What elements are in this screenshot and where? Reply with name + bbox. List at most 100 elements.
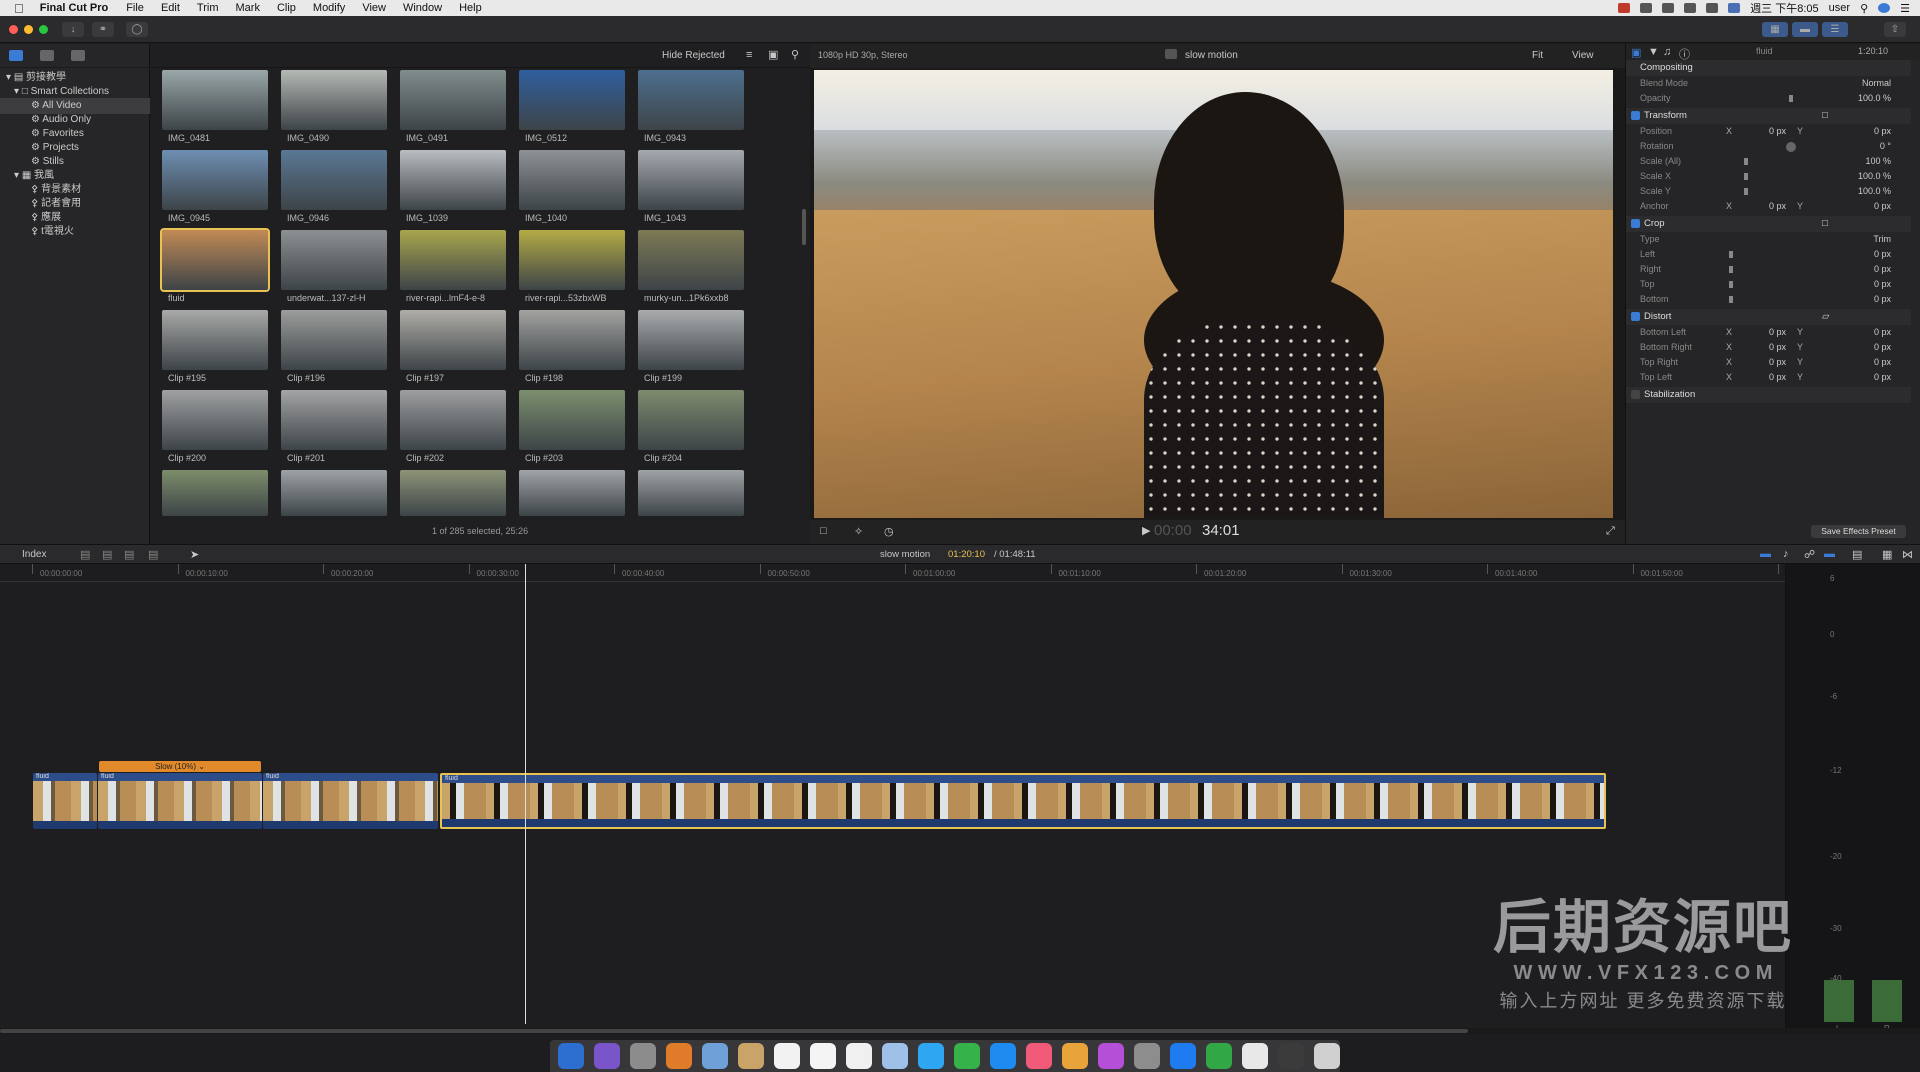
menu-mark[interactable]: Mark (236, 2, 260, 14)
menu-help[interactable]: Help (459, 2, 482, 14)
ibooks-icon[interactable] (666, 1043, 692, 1069)
crop-onscreen-icon[interactable]: □ (1822, 216, 1828, 232)
clip-appearance-timeline-icon[interactable]: ▤ (1852, 548, 1862, 561)
zoom-menu[interactable]: Fit (1532, 50, 1543, 61)
play-icon[interactable]: ▶ (1142, 524, 1150, 537)
scale-y-row[interactable]: Scale Y 100.0 % (1626, 184, 1911, 199)
transform-onscreen-icon[interactable]: □ (1822, 108, 1828, 124)
notes-icon[interactable] (810, 1043, 836, 1069)
clip-thumbnail[interactable] (519, 470, 625, 516)
clip-thumbnail[interactable] (281, 470, 387, 516)
display-icon[interactable] (1640, 3, 1653, 13)
import-button[interactable]: ↓ (62, 22, 84, 37)
audio-inspector-icon[interactable]: ♫ (1663, 46, 1671, 58)
siri-icon[interactable] (594, 1043, 620, 1069)
app-menu[interactable]: Final Cut Pro (40, 2, 108, 14)
audio-skimming-icon[interactable]: ♪ (1783, 548, 1789, 560)
final-cut-icon[interactable] (1098, 1043, 1124, 1069)
transitions-browser-icon[interactable]: ⋈ (1902, 548, 1913, 561)
bottom-right-row[interactable]: Bottom Right X 0 px Y 0 px (1626, 340, 1911, 355)
clock[interactable]: 週三 下午8:05 (1750, 0, 1818, 16)
clip-insert-icon[interactable]: ▤ (102, 548, 112, 561)
volume-icon[interactable] (1706, 3, 1719, 13)
bottom-left-row[interactable]: Bottom Left X 0 px Y 0 px (1626, 325, 1911, 340)
zoom-window-button[interactable] (39, 25, 48, 34)
distort-onscreen-icon[interactable]: ▱ (1822, 309, 1829, 325)
solo-icon[interactable]: ☍ (1804, 548, 1815, 561)
siri-icon[interactable] (1878, 3, 1891, 13)
clip-thumbnail[interactable] (638, 310, 744, 370)
minimize-window-button[interactable] (24, 25, 33, 34)
transform-tool-icon[interactable]: □ (820, 525, 827, 537)
clip-thumbnail[interactable] (162, 150, 268, 210)
sidebar-keyword-4[interactable]: ⚴ t電視火 (31, 224, 74, 240)
show-inspector-button[interactable]: ☰ (1822, 22, 1848, 37)
distort-checkbox[interactable] (1631, 311, 1640, 321)
hide-rejected-menu[interactable]: Hide Rejected (662, 50, 725, 61)
facetime-icon[interactable] (954, 1043, 980, 1069)
scale-y-slider[interactable] (1744, 188, 1748, 195)
libraries-tab-icon[interactable] (9, 50, 23, 61)
close-window-button[interactable] (9, 25, 18, 34)
maps-icon[interactable] (882, 1043, 908, 1069)
clip-append-icon[interactable]: ▤ (124, 548, 134, 561)
keyword-button[interactable]: ⚭ (92, 22, 114, 37)
trash-icon[interactable] (1314, 1043, 1340, 1069)
spotlight-icon[interactable]: ⚲ (1860, 2, 1868, 15)
retime-tool-icon[interactable]: ◷ (884, 525, 894, 538)
browser-scrollbar[interactable] (802, 209, 806, 245)
rotation-row[interactable]: Rotation 0 ° (1626, 139, 1911, 154)
crop-bottom-row[interactable]: Bottom 0 px (1626, 292, 1911, 307)
scale-x-slider[interactable] (1744, 173, 1748, 180)
user-name[interactable]: user (1829, 2, 1850, 14)
clip-thumbnail[interactable] (400, 470, 506, 516)
menu-file[interactable]: File (126, 2, 144, 14)
enhance-tool-icon[interactable]: ✧ (854, 525, 863, 538)
timeline-clip-3[interactable]: fluid (263, 773, 438, 829)
snapping-icon[interactable]: ▬ (1824, 548, 1835, 560)
show-browser-button[interactable]: ▦ (1762, 22, 1788, 37)
effects-browser-icon[interactable]: ▦ (1882, 548, 1892, 561)
clip-thumbnail[interactable] (162, 470, 268, 516)
section-stabilization[interactable]: Stabilization (1626, 387, 1911, 403)
clip-thumbnail[interactable] (400, 310, 506, 370)
retime-bar[interactable]: Slow (10%) ⌄ (99, 761, 261, 772)
skimming-icon[interactable]: ▬ (1760, 548, 1771, 560)
finder-icon[interactable] (558, 1043, 584, 1069)
clip-overwrite-icon[interactable]: ▤ (148, 548, 158, 561)
timeline-scrollbar[interactable] (0, 1028, 1920, 1034)
background-tasks-button[interactable]: ◯ (126, 22, 148, 37)
clip-thumbnail[interactable] (519, 390, 625, 450)
crop-type-row[interactable]: Type Trim (1626, 232, 1911, 247)
menu-trim[interactable]: Trim (197, 2, 219, 14)
stabilization-checkbox[interactable] (1631, 389, 1640, 399)
reminders-icon[interactable] (846, 1043, 872, 1069)
bluetooth-icon[interactable] (1662, 3, 1675, 13)
menu-clip[interactable]: Clip (277, 2, 296, 14)
clip-thumbnail[interactable] (519, 70, 625, 130)
clip-thumbnail[interactable] (162, 310, 268, 370)
clip-thumbnail[interactable] (281, 230, 387, 290)
timeline-clip-selected[interactable]: fluid (440, 773, 1606, 829)
app-store-icon[interactable] (990, 1043, 1016, 1069)
select-tool-icon[interactable]: ➤ (190, 548, 199, 561)
clip-thumbnail[interactable] (638, 390, 744, 450)
document-icon[interactable] (1242, 1043, 1268, 1069)
position-row[interactable]: Position X 0 px Y 0 px (1626, 124, 1911, 139)
timeline-ruler[interactable]: 00:00:00:00 00:00:10:00 00:00:20:00 00:00:3… (0, 564, 1828, 582)
scale-all-slider[interactable] (1744, 158, 1748, 165)
clip-thumbnail[interactable] (400, 390, 506, 450)
opacity-slider[interactable] (1789, 95, 1793, 102)
clip-thumbnail[interactable] (638, 230, 744, 290)
clip-thumbnail[interactable] (638, 470, 744, 516)
clip-thumbnail[interactable] (281, 70, 387, 130)
clip-thumbnail[interactable] (519, 150, 625, 210)
share-button[interactable]: ⇧ (1884, 22, 1906, 37)
messages-icon[interactable] (918, 1043, 944, 1069)
clip-thumbnail[interactable] (638, 70, 744, 130)
crop-top-row[interactable]: Top 0 px (1626, 277, 1911, 292)
apple-menu-icon[interactable]:  (14, 1, 24, 16)
menu-edit[interactable]: Edit (161, 2, 180, 14)
clip-thumbnail[interactable] (400, 230, 506, 290)
timeline-clip-1[interactable]: fluid (33, 773, 97, 829)
